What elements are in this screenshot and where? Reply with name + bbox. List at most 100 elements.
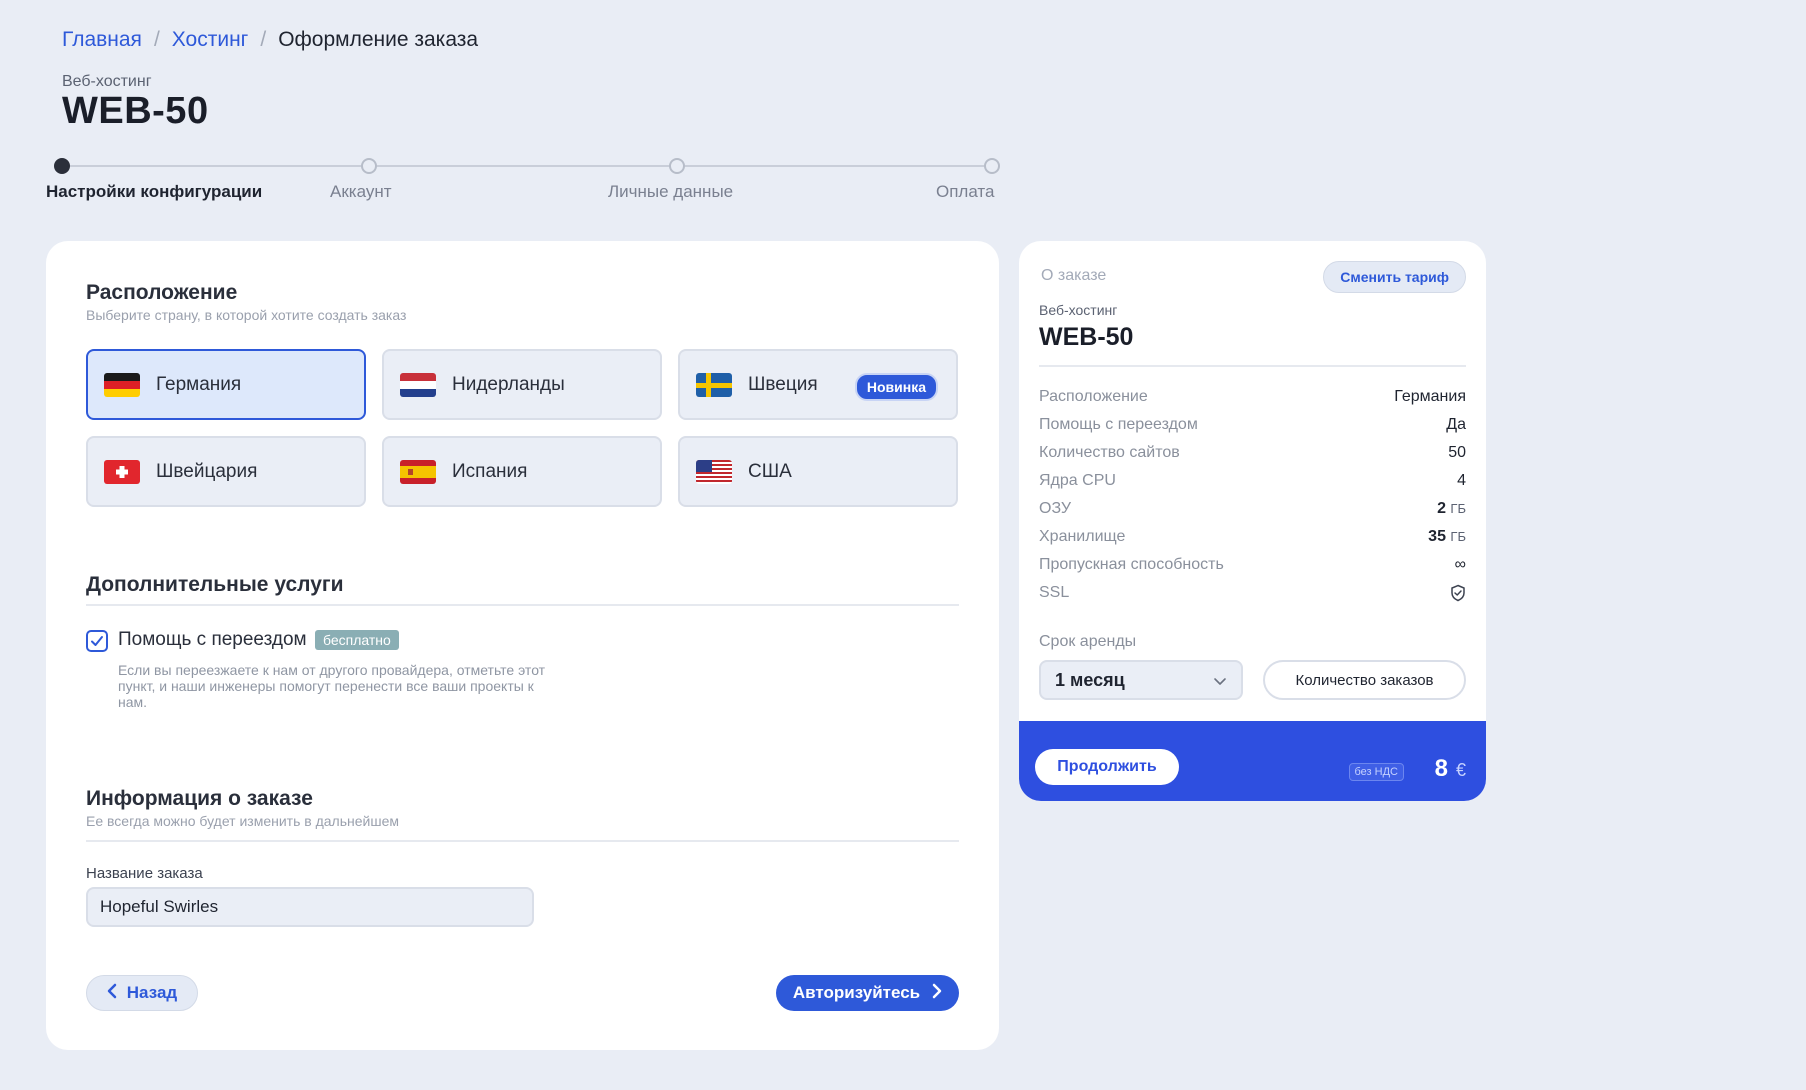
spec-row-ssl: SSL xyxy=(1039,584,1466,607)
location-sweden[interactable]: Швеция Новинка xyxy=(678,349,958,420)
shield-check-icon xyxy=(1450,584,1466,607)
spec-unit: ГБ xyxy=(1450,501,1466,516)
breadcrumb-home-link[interactable]: Главная xyxy=(62,28,142,52)
authorize-button-label: Авторизуйтесь xyxy=(792,983,921,1002)
order-info-title: Информация о заказе xyxy=(86,787,313,810)
location-name: США xyxy=(748,460,792,482)
step-dot xyxy=(984,158,1000,174)
spec-key: Расположение xyxy=(1039,388,1148,405)
authorize-button[interactable]: Авторизуйтесь xyxy=(776,975,959,1011)
step-label: Аккаунт xyxy=(330,182,392,201)
spec-value: Германия xyxy=(1394,388,1466,405)
spec-value-group: 2 ГБ xyxy=(1437,500,1466,518)
order-summary-card: О заказе Сменить тариф Веб-хостинг WEB-5… xyxy=(1019,241,1486,801)
spec-key: Помощь с переездом xyxy=(1039,416,1198,433)
spain-flag-icon xyxy=(400,459,436,484)
extras-divider xyxy=(86,604,959,606)
spec-value: 4 xyxy=(1457,472,1466,489)
step-dot-active xyxy=(54,158,70,174)
location-name: Испания xyxy=(452,460,528,482)
spec-key: Хранилище xyxy=(1039,528,1126,545)
migration-description: Если вы переезжаете к нам от другого про… xyxy=(118,662,546,710)
price: 8 € xyxy=(1435,755,1466,783)
breadcrumb-separator: / xyxy=(153,28,160,51)
order-quantity-button[interactable]: Количество заказов xyxy=(1263,660,1466,700)
free-badge: бесплатно xyxy=(315,630,399,650)
stepper-line xyxy=(62,165,992,167)
location-netherlands[interactable]: Нидерланды xyxy=(382,349,662,420)
spec-key: ОЗУ xyxy=(1039,500,1072,517)
term-select[interactable]: 1 месяц xyxy=(1039,660,1243,700)
spec-value: 50 xyxy=(1448,444,1466,461)
chevron-left-icon xyxy=(107,983,117,1004)
migration-label[interactable]: Помощь с переездом xyxy=(118,629,307,651)
price-value: 8 xyxy=(1434,755,1448,782)
back-button-label: Назад xyxy=(126,983,178,1002)
step-label: Оплата xyxy=(936,182,995,201)
spec-key: SSL xyxy=(1039,584,1070,601)
spec-row-storage: Хранилище 35 ГБ xyxy=(1039,528,1466,546)
order-name-input[interactable] xyxy=(86,887,534,927)
spec-key: Ядра CPU xyxy=(1039,472,1116,489)
summary-divider xyxy=(1039,365,1466,367)
spec-unit: ГБ xyxy=(1450,529,1466,544)
order-info-divider xyxy=(86,840,959,842)
order-info-subtitle: Ее всегда можно будет изменить в дальней… xyxy=(86,813,399,829)
netherlands-flag-icon xyxy=(400,372,436,397)
term-label: Срок аренды xyxy=(1039,633,1137,650)
step-label: Настройки конфигурации xyxy=(46,182,263,201)
spec-value: 35 xyxy=(1428,528,1446,545)
location-name: Германия xyxy=(156,373,242,395)
spec-row-sites: Количество сайтов 50 xyxy=(1039,444,1466,462)
location-name: Нидерланды xyxy=(452,373,565,395)
breadcrumb-hosting-link[interactable]: Хостинг xyxy=(172,28,249,52)
chevron-down-icon xyxy=(1213,670,1227,691)
spec-row-cpu: Ядра CPU 4 xyxy=(1039,472,1466,490)
location-subtitle: Выберите страну, в которой хотите создат… xyxy=(86,307,407,323)
migration-checkbox[interactable] xyxy=(86,630,108,652)
back-button[interactable]: Назад xyxy=(86,975,198,1011)
spec-row-location: Расположение Германия xyxy=(1039,388,1466,406)
location-name: Швейцария xyxy=(156,460,258,482)
location-name: Швеция xyxy=(748,373,818,395)
spec-key: Количество сайтов xyxy=(1039,444,1180,461)
location-switzerland[interactable]: Швейцария xyxy=(86,436,366,507)
page-subtitle: Веб-хостинг xyxy=(62,73,152,90)
term-select-value: 1 месяц xyxy=(1055,669,1125,690)
spec-row-migration: Помощь с переездом Да xyxy=(1039,416,1466,434)
summary-subtitle: Веб-хостинг xyxy=(1039,302,1118,318)
breadcrumb: Главная / Хостинг / Оформление заказа xyxy=(62,28,478,52)
spec-value-group: 35 ГБ xyxy=(1428,528,1466,546)
breadcrumb-separator: / xyxy=(260,28,267,51)
spec-value: 2 xyxy=(1437,500,1446,517)
summary-heading: О заказе xyxy=(1041,267,1107,284)
usa-flag-icon xyxy=(696,459,732,484)
summary-title: WEB-50 xyxy=(1039,323,1134,351)
sweden-flag-icon xyxy=(696,372,732,397)
spec-row-bandwidth: Пропускная способность ∞ xyxy=(1039,556,1466,574)
spec-row-ram: ОЗУ 2 ГБ xyxy=(1039,500,1466,518)
location-germany[interactable]: Германия xyxy=(86,349,366,420)
spec-value: Да xyxy=(1446,416,1466,433)
breadcrumb-current: Оформление заказа xyxy=(278,28,479,51)
configuration-card: Расположение Выберите страну, в которой … xyxy=(46,241,999,1050)
page-title: WEB-50 xyxy=(62,90,209,132)
chevron-right-icon xyxy=(932,983,942,1004)
location-usa[interactable]: США xyxy=(678,436,958,507)
extras-title: Дополнительные услуги xyxy=(86,573,344,596)
continue-button[interactable]: Продолжить xyxy=(1035,749,1179,785)
summary-footer: Продолжить без НДС 8 € xyxy=(1019,721,1486,801)
step-dot xyxy=(669,158,685,174)
spec-value: ∞ xyxy=(1454,556,1466,573)
location-spain[interactable]: Испания xyxy=(382,436,662,507)
switzerland-flag-icon xyxy=(104,459,140,484)
change-plan-button[interactable]: Сменить тариф xyxy=(1323,261,1466,293)
germany-flag-icon xyxy=(104,372,140,397)
order-stepper: Настройки конфигурации Аккаунт Личные да… xyxy=(46,150,1000,210)
location-grid: Германия Нидерланды Швеция Новинка Швейц… xyxy=(86,349,959,507)
location-title: Расположение xyxy=(86,281,238,304)
order-name-label: Название заказа xyxy=(86,865,203,882)
step-label: Личные данные xyxy=(608,182,734,201)
new-badge: Новинка xyxy=(854,373,938,401)
spec-key: Пропускная способность xyxy=(1039,556,1224,573)
